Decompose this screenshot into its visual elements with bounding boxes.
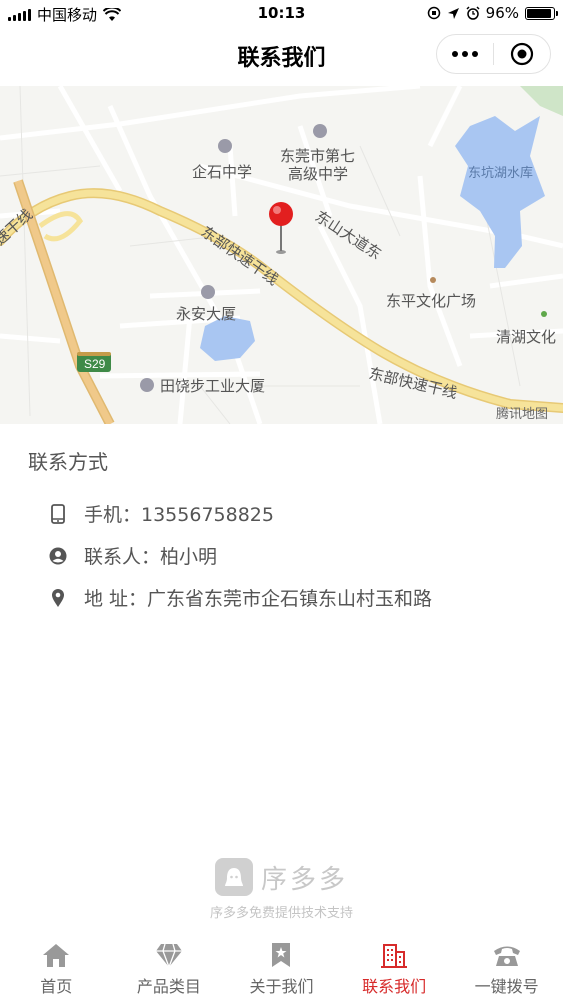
contact-phone-row: 手机：13556758825: [48, 500, 274, 527]
tab-label: 产品类目: [136, 977, 201, 996]
mobile-phone-icon: [48, 503, 68, 524]
status-bar: 中国移动 10:13 96%: [0, 0, 563, 28]
map-label: S29: [84, 357, 106, 371]
user-icon: [48, 547, 68, 565]
map-label: 东平文化广场: [386, 293, 476, 310]
map-label: 清湖文化: [496, 329, 556, 346]
brand-logo-icon: [214, 858, 253, 896]
tencent-logo: 腾讯地图: [496, 406, 548, 421]
tab-about[interactable]: 关于我们: [225, 940, 338, 1000]
location-arrow-icon: [447, 7, 459, 19]
battery-icon: [525, 6, 558, 20]
location-map[interactable]: 企石中学 东莞市第七 高级中学 东坑湖水库 东部快速干线 东山大道东 东平文化广…: [0, 86, 563, 424]
more-button[interactable]: [437, 51, 493, 57]
footer-branding: 序多多: [0, 858, 563, 896]
alarm-icon: [466, 6, 480, 20]
contact-person-row: 联系人：柏小明: [48, 542, 217, 569]
phone-icon: [492, 940, 522, 970]
map-label: 东莞市第七: [280, 147, 355, 165]
map-label: 田饶步工业大厦: [160, 378, 265, 395]
close-button[interactable]: [494, 42, 550, 66]
tab-bar: 首页 产品类目 关于我们 联系我们 一键拨号: [0, 940, 563, 1000]
bookmark-star-icon: [270, 940, 292, 970]
contact-person: 联系人：柏小明: [84, 546, 218, 568]
diamond-icon: [155, 940, 183, 970]
tab-call[interactable]: 一键拨号: [450, 940, 563, 1000]
support-text: 序多多免费提供技术支持: [209, 906, 353, 921]
mini-program-capsule: [436, 34, 551, 74]
map-marker-icon: [48, 588, 68, 608]
tab-products[interactable]: 产品类目: [113, 940, 226, 1000]
nav-bar: 联系我们: [0, 28, 563, 86]
tab-label: 关于我们: [249, 977, 314, 996]
map-label: 东坑湖水库: [468, 165, 533, 180]
brand-name: 序多多: [260, 864, 348, 895]
target-icon: [510, 42, 534, 66]
contact-section-title: 联系方式: [28, 450, 108, 474]
contact-address-row: 地 址：广东省东莞市企石镇东山村玉和路: [48, 584, 432, 611]
orientation-lock-icon: [427, 6, 440, 20]
tab-contact[interactable]: 联系我们: [338, 940, 451, 1000]
tab-label: 首页: [40, 977, 73, 996]
map-label: 企石中学: [192, 163, 252, 181]
map-label: 永安大厦: [176, 306, 236, 323]
tab-label: 联系我们: [362, 977, 427, 996]
tab-home[interactable]: 首页: [0, 940, 113, 1000]
building-icon: [381, 940, 408, 970]
home-icon: [42, 940, 70, 970]
contact-address: 地 址：广东省东莞市企石镇东山村玉和路: [84, 588, 433, 610]
contact-phone[interactable]: 手机：13556758825: [84, 500, 274, 527]
battery-percent: 96%: [485, 4, 519, 22]
tab-label: 一键拨号: [474, 977, 539, 996]
map-label: 高级中学: [288, 166, 348, 183]
map-canvas: 企石中学 东莞市第七 高级中学 东坑湖水库 东部快速干线 东山大道东 东平文化广…: [0, 86, 563, 424]
